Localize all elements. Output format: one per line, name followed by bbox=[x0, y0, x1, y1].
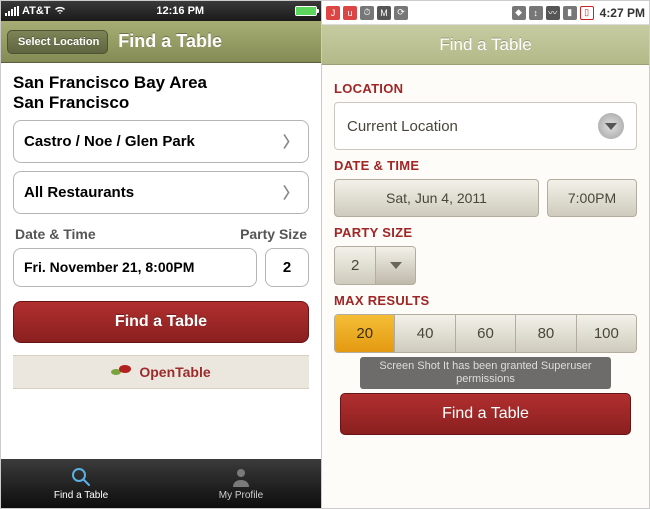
signal-icon: ◆ bbox=[512, 6, 526, 20]
find-table-button[interactable]: Find a Table bbox=[340, 393, 631, 435]
ios-tab-bar: Find a Table My Profile bbox=[1, 459, 321, 508]
datetime-label: Date & Time bbox=[15, 226, 240, 242]
party-label: Party Size bbox=[240, 226, 307, 242]
battery-icon bbox=[295, 6, 317, 16]
max-results-option[interactable]: 60 bbox=[456, 315, 516, 352]
tab-my-profile[interactable]: My Profile bbox=[161, 459, 321, 508]
carrier-label: AT&T bbox=[22, 5, 51, 17]
neighborhood-row[interactable]: Castro / Noe / Glen Park 〉 bbox=[13, 120, 309, 163]
tab-find-table[interactable]: Find a Table bbox=[1, 459, 161, 508]
max-results-option[interactable]: 100 bbox=[577, 315, 636, 352]
notif-icon: J bbox=[326, 6, 340, 20]
ios-nav-bar: Select Location Find a Table bbox=[1, 21, 321, 63]
party-section-label: PARTY SIZE bbox=[334, 225, 637, 240]
ios-status-bar: AT&T 12:16 PM bbox=[1, 1, 321, 21]
superuser-toast: Screen Shot It has been granted Superuse… bbox=[360, 357, 611, 389]
chevron-right-icon: 〉 bbox=[283, 131, 298, 152]
vibrate-icon: 〰 bbox=[546, 6, 560, 20]
neighborhood-label: Castro / Noe / Glen Park bbox=[24, 133, 195, 150]
party-size-select[interactable]: 2 bbox=[334, 246, 637, 285]
date-button[interactable]: Sat, Jun 4, 2011 bbox=[334, 179, 539, 217]
status-time: 12:16 PM bbox=[66, 5, 295, 17]
cell-icon: ▮ bbox=[563, 6, 577, 20]
party-size-input[interactable]: 2 bbox=[265, 248, 309, 287]
mail-notif-icon: M bbox=[377, 6, 391, 20]
opentable-logo-icon bbox=[111, 365, 133, 379]
max-results-option[interactable]: 40 bbox=[395, 315, 455, 352]
android-screen: J u ⏱ M ⟳ ◆ ↕ 〰 ▮ ▯ 4:27 PM Find a Table… bbox=[322, 1, 649, 508]
max-results-label: MAX RESULTS bbox=[334, 293, 637, 308]
location-section-label: LOCATION bbox=[334, 81, 637, 96]
wifi-icon bbox=[54, 5, 66, 18]
location-heading: San Francisco Bay Area San Francisco bbox=[13, 73, 309, 112]
android-status-bar: J u ⏱ M ⟳ ◆ ↕ 〰 ▮ ▯ 4:27 PM bbox=[322, 1, 649, 25]
data-icon: ↕ bbox=[529, 6, 543, 20]
location-value: Current Location bbox=[347, 118, 458, 135]
clock-notif-icon: ⏱ bbox=[360, 6, 374, 20]
location-selector[interactable]: Current Location bbox=[334, 102, 637, 150]
restaurants-label: All Restaurants bbox=[24, 184, 134, 201]
max-results-option[interactable]: 20 bbox=[335, 315, 395, 352]
max-results-segmented: 20406080100 bbox=[334, 314, 637, 353]
max-results-option[interactable]: 80 bbox=[516, 315, 576, 352]
profile-icon bbox=[230, 466, 252, 488]
restaurants-row[interactable]: All Restaurants 〉 bbox=[13, 171, 309, 214]
chevron-down-icon bbox=[376, 246, 416, 285]
dropdown-icon bbox=[598, 113, 624, 139]
page-title: Find a Table bbox=[118, 31, 222, 52]
sync-notif-icon: ⟳ bbox=[394, 6, 408, 20]
brand-name: OpenTable bbox=[139, 364, 210, 380]
datetime-section-label: DATE & TIME bbox=[334, 158, 637, 173]
battery-low-icon: ▯ bbox=[580, 6, 594, 20]
notif-icon: u bbox=[343, 6, 357, 20]
time-button[interactable]: 7:00PM bbox=[547, 179, 637, 217]
brand-bar: OpenTable bbox=[13, 355, 309, 389]
android-nav-bar: Find a Table bbox=[322, 25, 649, 65]
chevron-right-icon: 〉 bbox=[283, 182, 298, 203]
find-table-button[interactable]: Find a Table bbox=[13, 301, 309, 343]
status-time: 4:27 PM bbox=[600, 6, 645, 20]
back-button[interactable]: Select Location bbox=[7, 30, 108, 54]
datetime-input[interactable]: Fri. November 21, 8:00PM bbox=[13, 248, 257, 287]
ios-screen: AT&T 12:16 PM Select Location Find a Tab… bbox=[1, 1, 322, 508]
page-title: Find a Table bbox=[439, 35, 531, 55]
signal-icon bbox=[5, 6, 19, 16]
search-icon bbox=[70, 466, 92, 488]
party-size-value: 2 bbox=[334, 246, 376, 285]
